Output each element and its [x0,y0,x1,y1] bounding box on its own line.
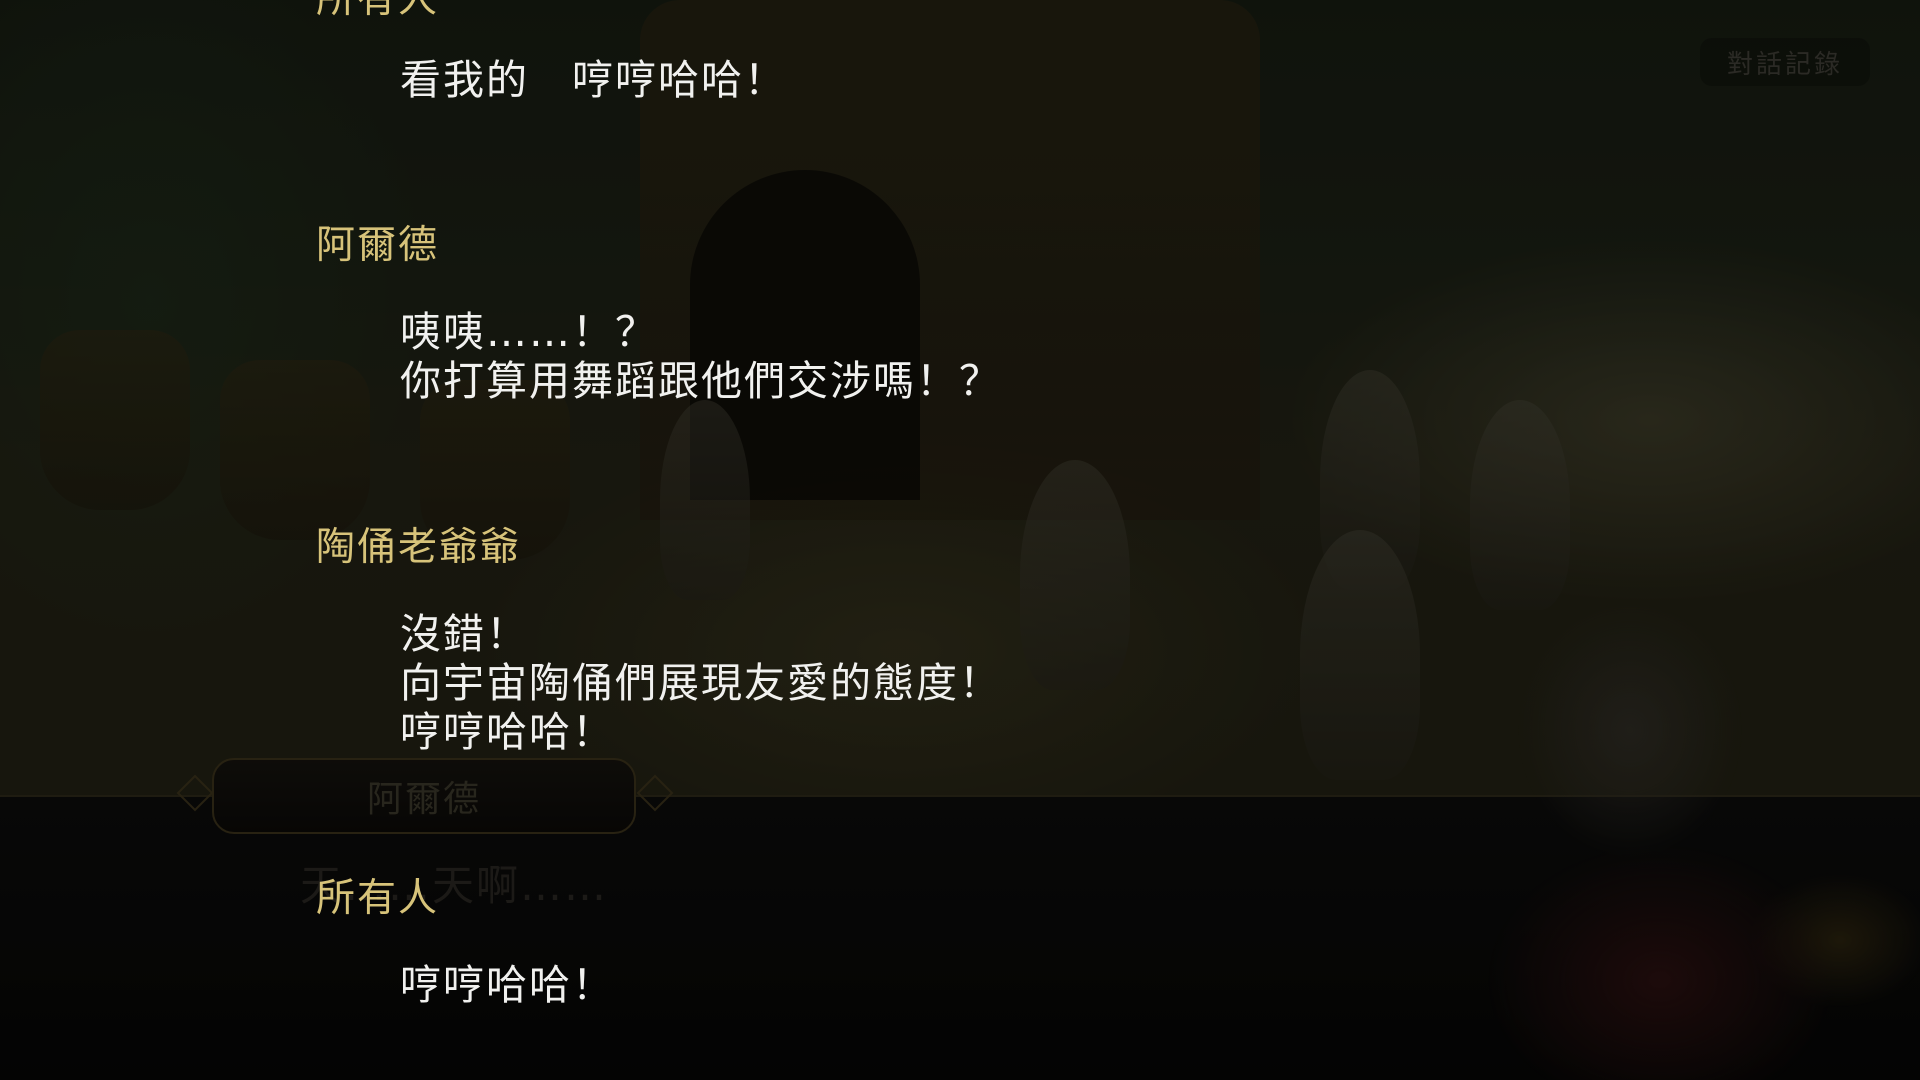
speaker-name: 所有人 [316,0,439,24]
dialogue-backlog[interactable]: 所有人 看我的 哼哼哈哈！ 阿爾德 咦咦……！？ 你打算用舞蹈跟他們交涉嗎！？ … [0,0,1920,1080]
dialogue-line: 哼哼哈哈！ [400,708,615,756]
dialogue-line: 向宇宙陶俑們展現友愛的態度！ [400,659,1002,707]
dialogue-line: 你打算用舞蹈跟他們交涉嗎！？ [400,357,1002,405]
dialogue-line: 沒錯！ [400,610,529,658]
game-screen[interactable]: 阿爾德 天……天啊…… 對話記錄 所有人 看我的 哼哼哈哈！ 阿爾德 咦咦……！… [0,0,1920,1080]
dialogue-line: 哼哼哈哈！ [400,961,615,1009]
dialogue-line: 咦咦……！？ [400,308,658,356]
speaker-name: 所有人 [316,876,440,921]
dialogue-line: 看我的 哼哼哈哈！ [400,56,787,104]
speaker-name: 陶俑老爺爺 [316,525,522,570]
speaker-name: 阿爾德 [316,223,440,268]
